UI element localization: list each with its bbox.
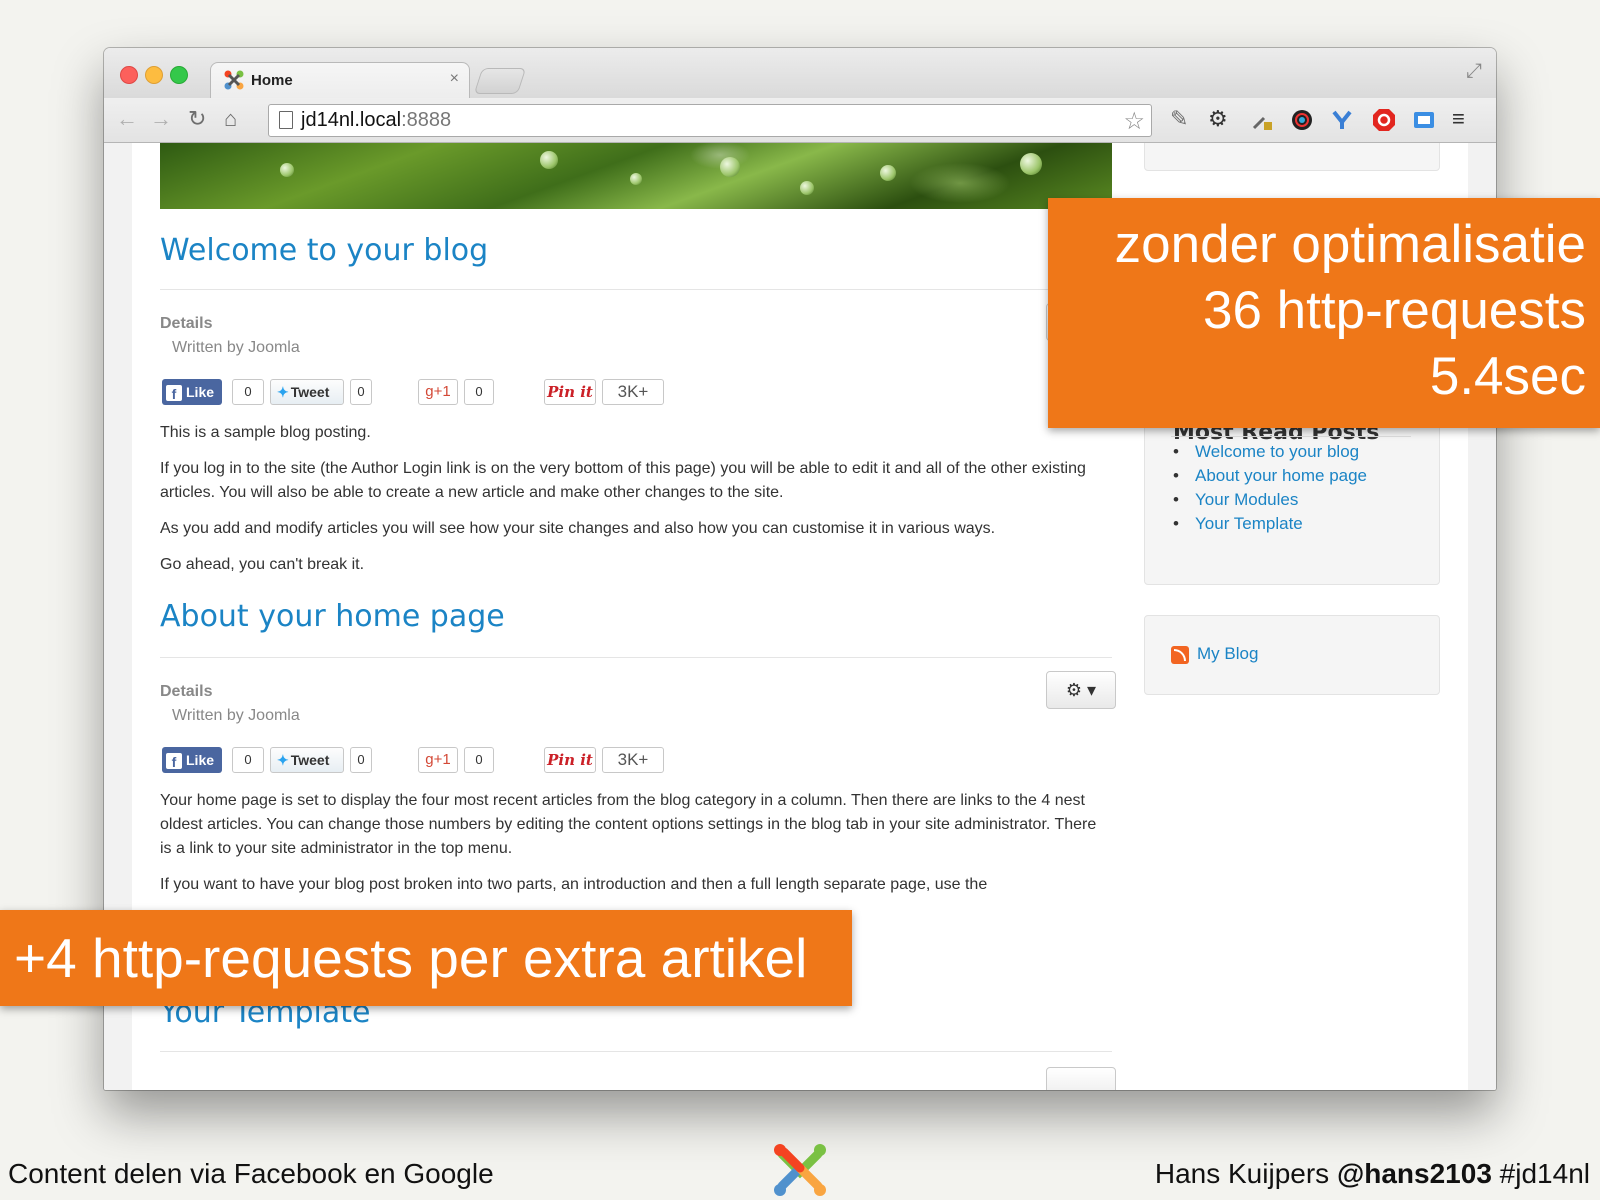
- facebook-icon: f: [166, 753, 182, 770]
- most-read-link[interactable]: Your Template: [1173, 514, 1367, 538]
- slide-footer-title: Content delen via Facebook en Google: [8, 1158, 494, 1189]
- article-title[interactable]: Welcome to your blog: [160, 233, 488, 268]
- article-paragraph: Your home page is set to display the fou…: [160, 792, 1097, 857]
- twitter-icon: ✦: [277, 752, 289, 768]
- requests-callout: +4 http-requests per extra artikel: [0, 910, 852, 1006]
- zoom-window-button[interactable]: [170, 66, 188, 84]
- article-paragraph: If you want to have your blog post broke…: [160, 876, 988, 893]
- callout-line: 36 http-requests: [1202, 281, 1586, 340]
- wrench-icon[interactable]: ✎: [1170, 107, 1188, 131]
- close-window-button[interactable]: [120, 66, 138, 84]
- page-icon: [279, 111, 293, 129]
- facebook-like-button[interactable]: f Like: [162, 379, 222, 405]
- joomla-favicon-icon: [224, 70, 244, 90]
- twitter-handle: @hans2103: [1336, 1158, 1492, 1189]
- home-icon[interactable]: ⌂: [224, 107, 237, 131]
- divider: [1171, 436, 1411, 437]
- address-bar[interactable]: jd14nl.local:8888 ☆: [268, 104, 1152, 137]
- reload-icon[interactable]: ↻: [188, 107, 206, 131]
- performance-callout: zonder optimalisatie 36 http-requests 5.…: [1048, 198, 1600, 428]
- back-icon[interactable]: ←: [116, 107, 138, 131]
- article-paragraph: As you add and modify articles you will …: [160, 520, 996, 537]
- url-text: jd14nl.local:8888: [301, 109, 452, 131]
- gear-icon[interactable]: ⚙: [1208, 107, 1228, 131]
- most-read-list: Welcome to your blog About your home pag…: [1173, 442, 1367, 538]
- menu-icon[interactable]: ≡: [1452, 107, 1465, 131]
- slide-footer-author: Hans Kuijpers @hans2103 #jd14nl: [1154, 1158, 1590, 1189]
- pin-it-button[interactable]: Pin it: [544, 379, 596, 405]
- feed-link[interactable]: My Blog: [1197, 644, 1258, 664]
- color-wheel-extension-icon[interactable]: [1290, 108, 1314, 132]
- new-tab-button[interactable]: [473, 68, 527, 94]
- article-author: Written by Joomla: [172, 707, 300, 724]
- screen-extension-icon[interactable]: [1412, 108, 1436, 132]
- fullscreen-icon[interactable]: ⤢: [1466, 60, 1482, 83]
- pin-count: 3K+: [602, 379, 664, 405]
- details-label: Details: [160, 683, 213, 700]
- article-author: Written by Joomla: [172, 339, 300, 356]
- sidebar-module: [1144, 143, 1440, 171]
- forward-icon[interactable]: →: [150, 107, 172, 131]
- most-read-link[interactable]: Your Modules: [1173, 490, 1367, 514]
- article-paragraph: This is a sample blog posting.: [160, 424, 371, 441]
- callout-line: 5.4sec: [1429, 347, 1586, 406]
- callout-line: zonder optimalisatie: [1114, 215, 1586, 274]
- joomla-logo: [774, 1144, 826, 1196]
- title-bar: Home × ⤢: [104, 48, 1496, 99]
- star-icon[interactable]: ☆: [1123, 107, 1145, 136]
- gear-icon: ⚙ ▾: [1065, 680, 1097, 700]
- rss-icon: [1171, 646, 1189, 664]
- article-paragraph: Go ahead, you can't break it.: [160, 556, 365, 573]
- divider: [160, 289, 1112, 290]
- facebook-like-button[interactable]: f Like: [162, 747, 222, 773]
- browser-toolbar: ← → ↻ ⌂ jd14nl.local:8888 ☆ ✎ ⚙ ≡: [104, 98, 1496, 143]
- divider: [160, 1051, 1112, 1052]
- facebook-icon: f: [166, 385, 182, 402]
- like-count: 0: [232, 747, 264, 773]
- google-plus-button[interactable]: g+1: [418, 747, 458, 773]
- article-paragraph: If you log in to the site (the Author Lo…: [160, 460, 1086, 501]
- google-plus-button[interactable]: g+1: [418, 379, 458, 405]
- tab-close-icon[interactable]: ×: [450, 70, 459, 88]
- article-tools-button[interactable]: [1046, 1067, 1116, 1090]
- tweet-count: 0: [350, 747, 372, 773]
- callout-text: +4 http-requests per extra artikel: [14, 927, 808, 989]
- hero-image: [160, 143, 1112, 209]
- pin-count: 3K+: [602, 747, 664, 773]
- eyedropper-extension-icon[interactable]: [1250, 108, 1274, 132]
- adblock-extension-icon[interactable]: [1372, 108, 1396, 132]
- tab-title: Home: [251, 72, 293, 89]
- tab-home[interactable]: Home ×: [210, 62, 470, 99]
- y-extension-icon[interactable]: [1330, 108, 1354, 132]
- tweet-button[interactable]: ✦ Tweet: [270, 379, 344, 405]
- tweet-button[interactable]: ✦ Tweet: [270, 747, 344, 773]
- gplus-count: 0: [464, 747, 494, 773]
- divider: [160, 657, 1112, 658]
- twitter-icon: ✦: [277, 384, 289, 400]
- feed-module: My Blog: [1144, 615, 1440, 695]
- tweet-count: 0: [350, 379, 372, 405]
- most-read-link[interactable]: Welcome to your blog: [1173, 442, 1367, 466]
- article-tools-button[interactable]: ⚙ ▾: [1046, 671, 1116, 709]
- minimize-window-button[interactable]: [145, 66, 163, 84]
- most-read-link[interactable]: About your home page: [1173, 466, 1367, 490]
- pin-it-button[interactable]: Pin it: [544, 747, 596, 773]
- gplus-count: 0: [464, 379, 494, 405]
- like-count: 0: [232, 379, 264, 405]
- details-label: Details: [160, 315, 213, 332]
- article-title[interactable]: About your home page: [160, 599, 505, 634]
